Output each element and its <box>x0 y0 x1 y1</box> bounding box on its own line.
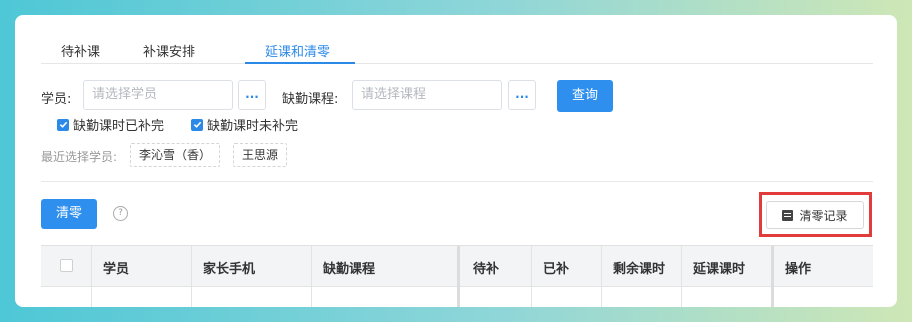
checkbox-label: 缺勤课时已补完 <box>73 119 165 134</box>
student-label: 学员: <box>41 92 72 107</box>
tab-extend-clear[interactable]: 延课和清零 <box>265 41 330 60</box>
clear-record-button[interactable]: 清零记录 <box>766 201 864 229</box>
main-card: 待补课 补课安排 延课和清零 学员: 请选择学员 ... 缺勤课程: 请选择课程… <box>15 15 897 307</box>
checkbox-makeup-complete[interactable]: 缺勤课时已补完 <box>57 115 164 134</box>
course-input[interactable]: 请选择课程 <box>352 80 502 110</box>
header-operation[interactable]: 操作 <box>785 258 811 277</box>
recent-student-chip[interactable]: 王思源 <box>233 143 288 167</box>
column-divider <box>311 246 312 307</box>
divider <box>41 181 873 182</box>
column-divider <box>601 246 602 307</box>
column-divider <box>531 246 532 307</box>
header-pending[interactable]: 待补 <box>473 258 499 277</box>
column-divider <box>681 246 682 307</box>
recent-student-chip[interactable]: 李沁雪（香） <box>130 143 221 167</box>
fixed-column-shadow <box>457 246 460 307</box>
tab-makeup-schedule[interactable]: 补课安排 <box>143 41 195 60</box>
column-divider <box>191 246 192 307</box>
student-input[interactable]: 请选择学员 <box>83 80 233 110</box>
document-icon <box>782 209 794 221</box>
header-parent-phone[interactable]: 家长手机 <box>203 258 255 277</box>
header-student[interactable]: 学员 <box>103 258 129 277</box>
header-completed[interactable]: 已补 <box>543 258 569 277</box>
course-picker-button[interactable]: ... <box>508 80 536 110</box>
header-extended-hours[interactable]: 延课课时 <box>693 258 745 277</box>
student-picker-button[interactable]: ... <box>238 80 266 110</box>
tab-pending-makeup[interactable]: 待补课 <box>61 41 100 60</box>
checkbox-checked-icon[interactable] <box>57 118 69 131</box>
data-table: 学员 家长手机 缺勤课程 待补 已补 剩余课时 延课课时 操作 <box>41 245 873 307</box>
header-remaining-hours[interactable]: 剩余课时 <box>613 258 665 277</box>
checkbox-checked-icon[interactable] <box>191 118 203 131</box>
active-tab-indicator <box>245 62 355 64</box>
query-button[interactable]: 查询 <box>557 80 613 112</box>
help-icon[interactable]: ? <box>113 206 128 221</box>
clear-button[interactable]: 清零 <box>41 199 97 229</box>
select-all-checkbox[interactable] <box>60 259 73 272</box>
recent-students-label: 最近选择学员: <box>41 150 118 164</box>
course-label: 缺勤课程: <box>282 92 339 107</box>
clear-record-label: 清零记录 <box>799 208 848 223</box>
fixed-column-shadow <box>771 246 774 307</box>
column-divider <box>91 246 92 307</box>
checkbox-makeup-incomplete[interactable]: 缺勤课时未补完 <box>191 115 298 134</box>
tab-bar: 待补课 补课安排 延课和清零 <box>41 37 873 64</box>
header-absent-course[interactable]: 缺勤课程 <box>323 258 375 277</box>
checkbox-label: 缺勤课时未补完 <box>207 119 299 134</box>
